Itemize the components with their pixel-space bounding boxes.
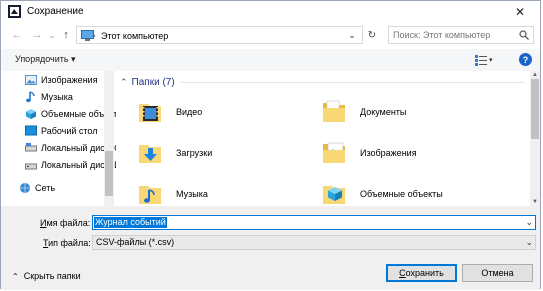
organize-button[interactable]: Упорядочить ▾ [15,54,76,65]
file-list: ⌃ Папки (7) Видео Документы Загрузки Изо… [116,71,530,206]
desktop-icon [25,125,37,136]
chevron-down-icon: ⌄ [48,29,56,40]
file-list-scrollbar[interactable]: ▲ ▼ [530,71,540,206]
pictures-folder-icon [323,142,345,163]
back-button[interactable]: ← [10,28,24,42]
scroll-up-arrow-icon[interactable]: ▲ [530,71,540,79]
close-button[interactable]: ✕ [506,3,534,21]
3d-objects-folder-icon [323,186,345,204]
chevron-up-icon: ⌃ [12,271,19,281]
refresh-button[interactable]: ↻ [365,28,379,42]
sidebar-scrollbar-thumb[interactable] [105,151,113,196]
up-arrow-icon: ↑ [63,29,69,41]
help-button[interactable]: ? [519,53,532,66]
folder-item-downloads[interactable]: Загрузки [137,138,287,168]
scroll-down-arrow-icon[interactable]: ▼ [530,198,540,206]
sidebar-item-3d-objects[interactable]: Объемные объекты [25,107,116,121]
hide-folders-button[interactable]: ⌃ Скрыть папки [12,271,81,281]
folder-label: Видео [176,107,203,117]
folder-label: Объемные объекты [360,189,443,199]
folder-label: Загрузки [176,148,213,158]
sidebar-item-desktop[interactable]: Рабочий стол [25,124,116,138]
filetype-value: CSV-файлы (*.csv) [96,237,175,247]
videos-folder-icon [139,104,161,122]
forward-button[interactable]: → [30,28,44,42]
filetype-label: Тип файла: [43,238,91,248]
address-path[interactable]: Этот компьютер [101,31,168,41]
filename-value[interactable]: Журнал событий [94,217,167,228]
recent-locations-button[interactable]: ⌄ [45,28,59,42]
folder-label: Документы [360,107,407,117]
forward-arrow-icon: → [31,29,43,41]
filetype-select[interactable]: CSV-файлы (*.csv) ⌄ [92,235,536,250]
navigation-bar: ← → ⌄ ↑ › Этот компьютер ⌄ ↻ [1,25,540,47]
drive-icon [25,143,37,152]
folder-item-music[interactable]: Музыка [137,179,287,206]
drive-icon [25,163,37,170]
chevron-down-icon[interactable]: ⌄ [525,217,533,228]
chevron-down-icon: ⌄ [348,29,356,40]
folders-group-header[interactable]: ⌃ Папки (7) [120,77,525,88]
search-icon [519,30,529,40]
file-list-scrollbar-thumb[interactable] [531,79,539,139]
downloads-folder-icon [139,145,161,163]
folder-item-3d-objects[interactable]: Объемные объекты [321,179,481,206]
folder-label: Изображения [360,148,417,158]
folder-item-pictures[interactable]: Изображения [321,138,471,168]
window-title: Сохранение [27,6,84,17]
save-button[interactable]: Сохранить [386,264,457,282]
documents-folder-icon [323,100,345,122]
app-icon [8,5,21,18]
folder-item-videos[interactable]: Видео [137,97,287,127]
address-dropdown-button[interactable]: ⌄ [345,28,359,42]
search-box[interactable] [388,26,534,44]
sidebar-item-drive-c[interactable]: Локальный диск (C:) [25,141,116,155]
save-form: Имя файла: Журнал событий ⌄ Тип файла: C… [1,206,540,290]
folder-label: Музыка [176,189,208,199]
breadcrumb-separator: › [93,31,96,40]
save-dialog: Сохранение ✕ ← → ⌄ ↑ › Этот компьютер ⌄ [0,0,541,290]
sidebar-item-drive-d[interactable]: Локальный диск (D:) [25,158,116,172]
close-icon: ✕ [514,5,526,19]
up-button[interactable]: ↑ [59,28,73,42]
hide-folders-label: Скрыть папки [23,271,81,281]
pictures-icon [25,75,37,85]
sidebar-item-network[interactable]: Сеть [19,181,113,195]
sidebar-scrollbar[interactable] [104,71,114,206]
title-bar: Сохранение ✕ [1,1,540,23]
address-bar[interactable]: › Этот компьютер [76,26,363,44]
chevron-down-icon: ⌄ [525,237,533,247]
sidebar-item-music[interactable]: Музыка [25,90,116,104]
music-icon [26,91,35,103]
search-input[interactable] [393,28,513,42]
folder-item-documents[interactable]: Документы [321,97,471,127]
music-folder-icon [139,186,161,204]
navigation-pane: Изображения Музыка Объемные объекты Рабо… [1,71,116,206]
group-divider [180,82,525,83]
chevron-up-icon: ⌃ [120,77,128,87]
view-list-icon [475,54,487,66]
filename-input[interactable]: Журнал событий ⌄ [92,215,536,230]
network-icon [20,183,30,193]
back-arrow-icon: ← [11,29,23,41]
view-options-button[interactable]: ▾ [475,53,499,67]
command-bar: Упорядочить ▾ ▾ ? [1,49,540,71]
group-title: Папки (7) [131,77,175,88]
sidebar-item-pictures[interactable]: Изображения [25,73,116,87]
refresh-icon: ↻ [367,29,377,41]
cancel-button[interactable]: Отмена [462,264,533,282]
3d-objects-icon [26,109,36,119]
filename-label: Имя файла: [40,218,91,228]
caret-down-icon: ▾ [489,57,493,64]
